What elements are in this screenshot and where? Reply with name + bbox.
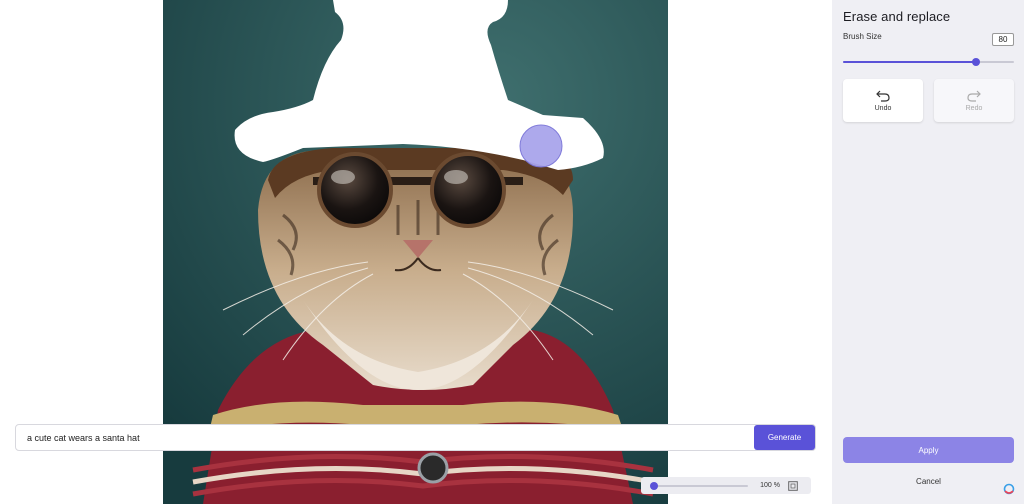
brush-size-slider-fill (843, 61, 977, 63)
brush-size-slider[interactable] (843, 58, 1014, 66)
undo-button[interactable]: Undo (843, 79, 923, 122)
zoom-bar: 100 % (641, 477, 811, 494)
redo-button[interactable]: Redo (934, 79, 1014, 122)
apply-button[interactable]: Apply (843, 437, 1014, 463)
panel-title: Erase and replace (843, 9, 951, 24)
canvas-area[interactable]: Generate 100 % (0, 0, 832, 504)
prompt-bar: Generate (15, 424, 816, 451)
zoom-slider[interactable] (649, 481, 748, 490)
brand-logo-icon[interactable] (1003, 483, 1015, 495)
zoom-level: 100 % (760, 482, 780, 489)
cancel-button[interactable]: Cancel (843, 474, 1014, 488)
prompt-input[interactable] (16, 425, 754, 450)
redo-label: Redo (965, 104, 983, 112)
brush-size-slider-thumb[interactable] (972, 58, 981, 66)
brush-size-label: Brush Size (843, 32, 882, 41)
zoom-slider-thumb[interactable] (649, 481, 658, 490)
side-panel: Erase and replace Brush Size 80 Undo Red… (832, 0, 1024, 504)
brush-size-value[interactable]: 80 (992, 33, 1014, 46)
redo-arrow-icon (967, 90, 981, 102)
undo-arrow-icon (876, 90, 890, 102)
editor-app: Generate 100 % Erase and replace Brush S… (0, 0, 1024, 504)
generate-button[interactable]: Generate (754, 425, 815, 450)
brush-cursor (519, 124, 563, 168)
undo-label: Undo (874, 104, 892, 112)
fit-screen-icon[interactable] (788, 480, 798, 491)
